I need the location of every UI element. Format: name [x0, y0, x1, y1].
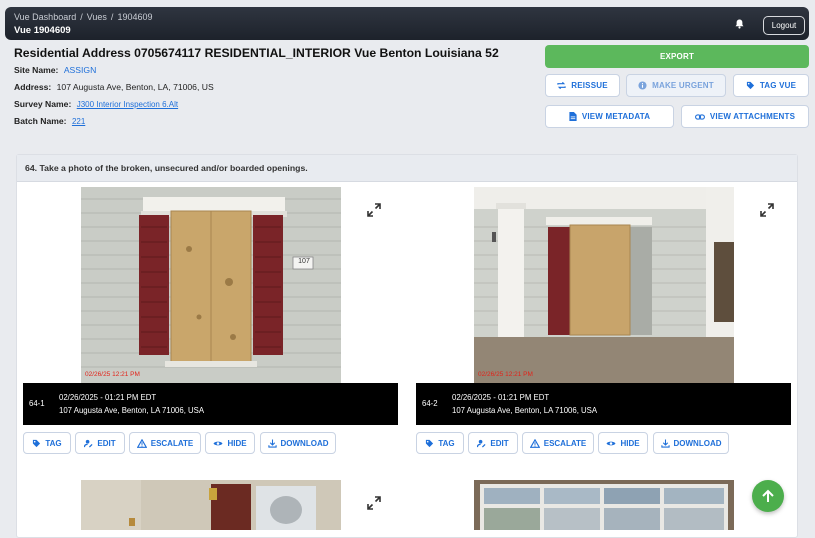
repeat-icon [557, 81, 566, 90]
photo-image[interactable] [474, 480, 734, 530]
hide-label: HIDE [620, 438, 640, 448]
photo-timestamp-overlay: 02/26/25 12:21 PM [85, 371, 140, 378]
photo-image[interactable]: 107 02/26/25 12:21 PM [81, 187, 341, 383]
photo-image[interactable] [81, 480, 341, 530]
photo-id: 64-1 [29, 399, 45, 408]
download-button[interactable]: DOWNLOAD [653, 432, 729, 454]
tag-label: TAG [438, 438, 455, 448]
scroll-top-button[interactable] [752, 480, 784, 512]
view-attachments-label: VIEW ATTACHMENTS [709, 112, 796, 121]
site-name-row: Site Name: ASSIGN [14, 65, 96, 75]
batch-row: Batch Name: 221 [14, 116, 85, 126]
photo-id: 64-2 [422, 399, 438, 408]
address-value: 107 Augusta Ave, Benton, LA, 71006, US [56, 82, 214, 92]
tag-icon [746, 81, 754, 90]
reissue-button[interactable]: REISSUE [545, 74, 620, 97]
photo-caption-bar: 64-1 02/26/2025 - 01:21 PM EDT 107 Augus… [23, 383, 398, 425]
make-urgent-label: MAKE URGENT [652, 81, 714, 90]
escalate-label: ESCALATE [150, 438, 194, 448]
hide-button[interactable]: HIDE [598, 432, 648, 454]
arrow-up-icon [762, 489, 774, 502]
photo-address: 107 Augusta Ave, Benton, LA 71006, USA [59, 406, 205, 415]
photo-caption-bar: 64-2 02/26/2025 - 01:21 PM EDT 107 Augus… [416, 383, 791, 425]
tag-label: TAG [45, 438, 62, 448]
batch-label: Batch Name: [14, 116, 67, 126]
bell-icon[interactable] [732, 17, 746, 31]
survey-link[interactable]: J300 Interior Inspection 6.Alt [77, 100, 178, 109]
address-label: Address: [14, 82, 52, 92]
tag-icon [426, 439, 434, 447]
view-metadata-button[interactable]: VIEW METADATA [545, 105, 674, 128]
breadcrumb: Vue Dashboard / Vues/1904609 [14, 12, 152, 22]
tag-button[interactable]: TAG [416, 432, 464, 454]
photo-image[interactable]: 02/26/25 12:21 PM [474, 187, 734, 383]
user-edit-icon [84, 439, 93, 448]
tag-icon [33, 439, 41, 447]
survey-label: Survey Name: [14, 99, 72, 109]
photo-address: 107 Augusta Ave, Benton, LA 71006, USA [452, 406, 598, 415]
document-icon [569, 112, 577, 121]
breadcrumb-dashboard[interactable]: Vue Dashboard [14, 12, 76, 22]
hide-label: HIDE [227, 438, 247, 448]
view-attachments-button[interactable]: VIEW ATTACHMENTS [681, 105, 809, 128]
expand-icon[interactable] [367, 496, 381, 510]
edit-label: EDIT [97, 438, 116, 448]
batch-link[interactable]: 221 [72, 117, 85, 126]
warning-icon [136, 438, 147, 448]
download-icon [267, 438, 277, 448]
escalate-button[interactable]: ESCALATE [129, 432, 201, 454]
page-title: Residential Address 0705674117 RESIDENTI… [14, 46, 499, 60]
make-urgent-button[interactable]: MAKE URGENT [626, 74, 726, 97]
escalate-label: ESCALATE [543, 438, 587, 448]
hide-button[interactable]: HIDE [205, 432, 255, 454]
view-metadata-label: VIEW METADATA [581, 112, 651, 121]
logout-button[interactable]: Logout [763, 16, 805, 35]
site-name-label: Site Name: [14, 65, 59, 75]
question-title: 64. Take a photo of the broken, unsecure… [17, 155, 797, 182]
edit-button[interactable]: EDIT [468, 432, 518, 454]
info-icon [638, 81, 647, 90]
photo-datetime: 02/26/2025 - 01:21 PM EDT [452, 393, 550, 402]
tag-vue-button[interactable]: TAG VUE [733, 74, 809, 97]
breadcrumb-separator: / [80, 12, 83, 22]
link-icon [694, 113, 705, 120]
eye-icon [213, 441, 223, 445]
photo-datetime: 02/26/2025 - 01:21 PM EDT [59, 393, 157, 402]
expand-icon[interactable] [760, 203, 774, 217]
site-name-link[interactable]: ASSIGN [64, 65, 96, 75]
survey-row: Survey Name: J300 Interior Inspection 6.… [14, 99, 178, 109]
address-row: Address: 107 Augusta Ave, Benton, LA, 71… [14, 82, 214, 92]
page-subtitle: Vue 1904609 [14, 25, 71, 36]
warning-icon [529, 438, 540, 448]
top-bar: Vue Dashboard / Vues/1904609 Vue 1904609 L… [5, 7, 809, 40]
download-label: DOWNLOAD [280, 438, 329, 448]
download-label: DOWNLOAD [673, 438, 722, 448]
reissue-label: REISSUE [571, 81, 608, 90]
photo-timestamp-overlay: 02/26/25 12:21 PM [478, 371, 533, 378]
eye-icon [606, 441, 616, 445]
tag-vue-label: TAG VUE [759, 81, 797, 90]
breadcrumb-current: 1904609 [117, 12, 153, 22]
breadcrumb-vues[interactable]: Vues [87, 12, 107, 22]
house-number: 107 [298, 258, 310, 265]
user-edit-icon [477, 439, 486, 448]
tag-button[interactable]: TAG [23, 432, 71, 454]
edit-label: EDIT [490, 438, 509, 448]
expand-icon[interactable] [367, 203, 381, 217]
escalate-button[interactable]: ESCALATE [522, 432, 594, 454]
download-icon [660, 438, 670, 448]
edit-button[interactable]: EDIT [75, 432, 125, 454]
breadcrumb-separator: / [110, 12, 114, 22]
download-button[interactable]: DOWNLOAD [260, 432, 336, 454]
export-button[interactable]: EXPORT [545, 45, 809, 68]
